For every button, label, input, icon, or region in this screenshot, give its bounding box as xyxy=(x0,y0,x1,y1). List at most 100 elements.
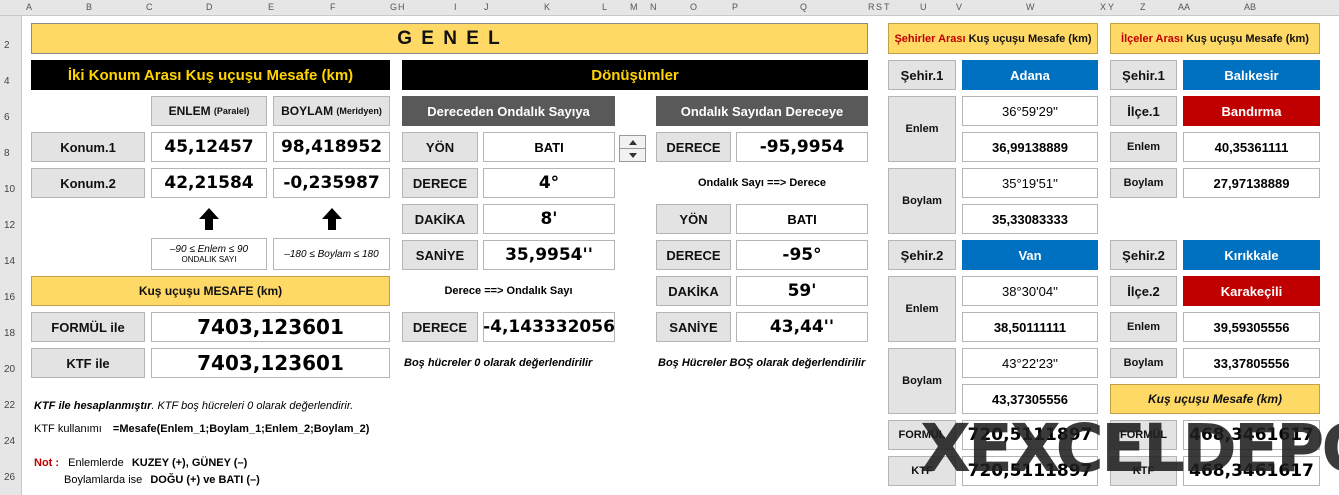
ktf-usage: KTF kullanımı =Mesafe(Enlem_1;Boylam_1;E… xyxy=(34,423,369,435)
s2-boylam-dms: 43°22'23'' xyxy=(962,348,1098,378)
enlem-range-sub: ONDALIK SAYI xyxy=(181,255,237,264)
ktf-usage-formula: =Mesafe(Enlem_1;Boylam_1;Enlem_2;Boylam_… xyxy=(112,423,370,435)
derece-input[interactable]: 4° xyxy=(483,168,615,198)
ilce-sehir1-label: Şehir.1 xyxy=(1110,60,1177,90)
konum1-enlem-input[interactable]: 45,12457 xyxy=(151,132,267,162)
r-derece2-label: DERECE xyxy=(656,240,731,270)
arrow-up-icon xyxy=(199,208,219,230)
col-header[interactable]: G xyxy=(390,2,397,12)
col-header[interactable]: AB xyxy=(1244,2,1256,12)
dakika-input[interactable]: 8' xyxy=(483,204,615,234)
r-dakika-label: DAKİKA xyxy=(656,276,731,306)
s1-boylam-dec: 35,33083333 xyxy=(962,204,1098,234)
col-header[interactable]: K xyxy=(544,2,550,12)
row-header[interactable]: 16 xyxy=(4,292,15,303)
enlem-range-note: –90 ≤ Enlem ≤ 90 ONDALIK SAYI xyxy=(151,238,267,270)
sehir1-select[interactable]: Adana xyxy=(962,60,1098,90)
ktf-label: KTF ile xyxy=(31,348,145,378)
col-header[interactable]: E xyxy=(268,2,274,12)
row-header[interactable]: 6 xyxy=(4,112,10,123)
ilce2-label: İlçe.2 xyxy=(1110,276,1177,306)
spinner-up-button[interactable] xyxy=(620,136,645,149)
col-header[interactable]: Q xyxy=(800,2,807,12)
mesafe-title: İki Konum Arası Kuş uçuşu Mesafe (km) xyxy=(31,60,390,90)
caret-up-icon xyxy=(628,139,637,145)
saniye-input[interactable]: 35,9954'' xyxy=(483,240,615,270)
ilceler-header-b: Kuş uçuşu Mesafe (km) xyxy=(1186,32,1309,45)
yon-spinner[interactable] xyxy=(619,135,646,162)
s1-enlem-label: Enlem xyxy=(888,96,956,162)
ilce1-select[interactable]: Bandırma xyxy=(1183,96,1320,126)
col-header[interactable]: O xyxy=(690,2,697,12)
col-header[interactable]: C xyxy=(146,2,153,12)
konum2-boylam-input[interactable]: -0,235987 xyxy=(273,168,390,198)
yon-label: YÖN xyxy=(402,132,478,162)
col-header[interactable]: H xyxy=(398,2,405,12)
ilce1-label: İlçe.1 xyxy=(1110,96,1177,126)
col-header[interactable]: X xyxy=(1100,2,1106,12)
r-yon-label: YÖN xyxy=(656,204,731,234)
ktf-usage-label: KTF kullanımı xyxy=(34,423,102,435)
row-header[interactable]: 24 xyxy=(4,436,15,447)
s2-enlem-dms: 38°30'04'' xyxy=(962,276,1098,306)
row-header[interactable]: 18 xyxy=(4,328,15,339)
row-header-bar: 2 4 6 8 10 12 14 16 18 20 22 24 26 xyxy=(0,16,22,495)
ilce-formul-result: 468,3461617 xyxy=(1183,420,1320,450)
col-header[interactable]: W xyxy=(1026,2,1035,12)
r-derece-input[interactable]: -95,9954 xyxy=(736,132,868,162)
ilce-ktf-label: KTF xyxy=(1110,456,1177,486)
ilce-sehir2-select[interactable]: Kırıkkale xyxy=(1183,240,1320,270)
ilce-sehir1-select[interactable]: Balıkesir xyxy=(1183,60,1320,90)
row-header[interactable]: 26 xyxy=(4,472,15,483)
formul-result: 7403,123601 xyxy=(151,312,390,342)
col-header[interactable]: AA xyxy=(1178,2,1190,12)
col-header[interactable]: T xyxy=(884,2,890,12)
col-header[interactable]: A xyxy=(26,2,32,12)
boylam-header-label: BOYLAM xyxy=(281,104,334,118)
not-line1-a: Enlemlerde xyxy=(68,457,124,469)
ilce2-select[interactable]: Karakeçili xyxy=(1183,276,1320,306)
col-header[interactable]: L xyxy=(602,2,607,12)
col-header[interactable]: J xyxy=(484,2,489,12)
col-header[interactable]: P xyxy=(732,2,738,12)
row-header[interactable]: 14 xyxy=(4,256,15,267)
col-header[interactable]: S xyxy=(876,2,882,12)
ilce-mesafe-header: Kuş uçuşu Mesafe (km) xyxy=(1110,384,1320,414)
foot-right-note: Boş Hücreler BOŞ olarak değerlendirilir xyxy=(658,357,866,369)
ktf-note-rest: . KTF boş hücreleri 0 olarak değerlendir… xyxy=(151,400,354,412)
ilce-sehir2-label: Şehir.2 xyxy=(1110,240,1177,270)
col-header[interactable]: D xyxy=(206,2,213,12)
row-header[interactable]: 22 xyxy=(4,400,15,411)
sehir2-select[interactable]: Van xyxy=(962,240,1098,270)
col-header[interactable]: F xyxy=(330,2,336,12)
col-header[interactable]: V xyxy=(956,2,962,12)
ondalik-derece-header: Ondalık Sayıdan Dereceye xyxy=(656,96,868,126)
row-header[interactable]: 2 xyxy=(4,40,10,51)
row-header[interactable]: 8 xyxy=(4,148,10,159)
konum1-label: Konum.1 xyxy=(31,132,145,162)
formul-label: FORMÜL ile xyxy=(31,312,145,342)
col-header[interactable]: Y xyxy=(1108,2,1114,12)
konum1-boylam-input[interactable]: 98,418952 xyxy=(273,132,390,162)
yon-value[interactable]: BATI xyxy=(483,132,615,162)
col-header[interactable]: M xyxy=(630,2,638,12)
col-header[interactable]: U xyxy=(920,2,927,12)
row-header[interactable]: 12 xyxy=(4,220,15,231)
col-header[interactable]: Z xyxy=(1140,2,1146,12)
sehir1-label: Şehir.1 xyxy=(888,60,956,90)
ktf-result: 7403,123601 xyxy=(151,348,390,378)
s2-boylam-dec: 43,37305556 xyxy=(962,384,1098,414)
col-header[interactable]: R xyxy=(868,2,875,12)
ilceler-header: İlçeler Arası Kuş uçuşu Mesafe (km) xyxy=(1110,23,1320,54)
genel-banner[interactable]: G E N E L xyxy=(31,23,868,54)
col-header[interactable]: N xyxy=(650,2,657,12)
konum2-enlem-input[interactable]: 42,21584 xyxy=(151,168,267,198)
row-header[interactable]: 20 xyxy=(4,364,15,375)
derece-result-label: DERECE xyxy=(402,312,478,342)
row-header[interactable]: 10 xyxy=(4,184,15,195)
col-header[interactable]: I xyxy=(454,2,457,12)
col-header[interactable]: B xyxy=(86,2,92,12)
spinner-down-button[interactable] xyxy=(620,149,645,161)
row-header[interactable]: 4 xyxy=(4,76,10,87)
column-header-bar: A B C D E F G H I J K L M N O P Q R S T … xyxy=(0,0,1339,16)
